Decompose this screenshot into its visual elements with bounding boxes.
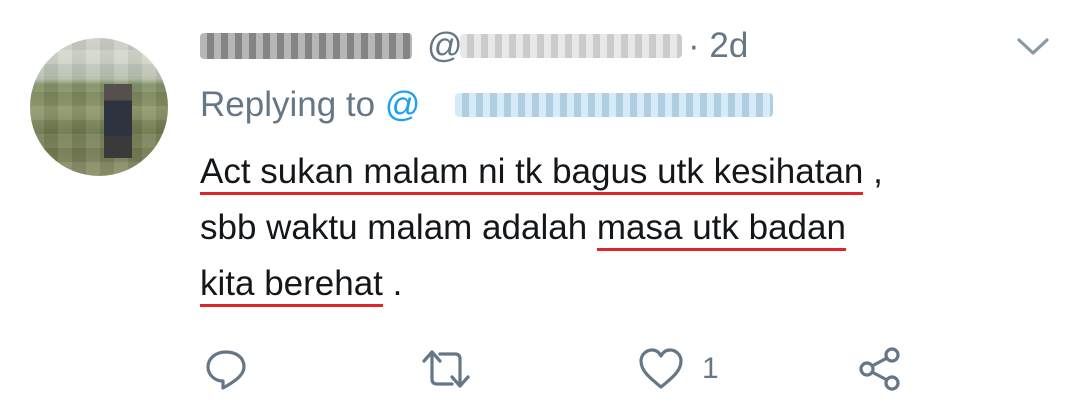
timestamp[interactable]: · 2d bbox=[688, 26, 748, 66]
tweet-text-plain: . bbox=[382, 264, 403, 303]
misspelled-phrase: Act sukan malam ni tk bagus utk kesihata… bbox=[200, 152, 864, 195]
like-count: 1 bbox=[702, 352, 719, 385]
tweet-text-plain: , bbox=[863, 152, 883, 191]
reply-mention-at[interactable]: @ bbox=[385, 85, 421, 124]
reply-mention-blurred[interactable] bbox=[455, 93, 773, 117]
tweet-text-plain: sbb waktu malam adalah bbox=[200, 208, 597, 247]
replying-prefix: Replying to bbox=[200, 85, 385, 124]
reply-icon bbox=[206, 350, 246, 390]
chevron-down-icon[interactable] bbox=[1016, 36, 1050, 58]
display-name-blurred[interactable] bbox=[200, 33, 412, 59]
share-button[interactable] bbox=[858, 343, 902, 395]
tweet-line-3: kita berehat . bbox=[200, 256, 402, 312]
retweet-button[interactable] bbox=[420, 343, 472, 395]
misspelled-phrase: masa utk badan bbox=[596, 208, 846, 251]
handle-at: @ bbox=[427, 26, 463, 65]
misspelled-phrase: kita berehat bbox=[200, 264, 383, 307]
tweet-actions: 1 bbox=[0, 343, 1080, 399]
share-icon bbox=[859, 347, 900, 391]
retweet-icon bbox=[422, 350, 470, 388]
like-button[interactable]: 1 bbox=[638, 343, 719, 395]
tweet-line-2: sbb waktu malam adalah masa utk badan bbox=[200, 200, 846, 256]
reply-button[interactable] bbox=[204, 343, 248, 395]
handle-blurred[interactable] bbox=[460, 34, 682, 58]
heart-icon bbox=[639, 348, 683, 389]
avatar[interactable] bbox=[30, 38, 168, 176]
avatar-figure bbox=[104, 84, 132, 158]
replying-to: Replying to @ bbox=[200, 85, 420, 125]
tweet-line-1: Act sukan malam ni tk bagus utk kesihata… bbox=[200, 144, 883, 200]
